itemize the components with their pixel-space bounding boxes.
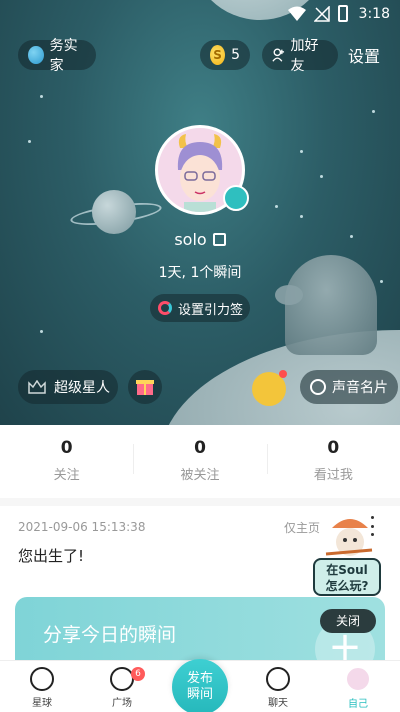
nav-item-me[interactable]: 自己 <box>328 665 388 710</box>
add-friend-button[interactable]: 加好友 <box>262 38 338 74</box>
username: solo <box>174 230 207 249</box>
avatar-badge-icon[interactable] <box>223 185 249 211</box>
help-bubble[interactable]: 在Soul 怎么玩? <box>313 558 381 596</box>
help-mascot-icon[interactable] <box>322 510 377 565</box>
settings-button[interactable]: 设置 <box>348 43 380 67</box>
publish-label-line1: 发布 <box>186 671 213 686</box>
add-friend-icon <box>272 48 285 62</box>
visitors-count[interactable]: 0 看过我 <box>266 432 400 492</box>
star-decoration <box>28 140 31 143</box>
nav-label: 聊天 <box>268 698 288 709</box>
nav-label: 星球 <box>32 698 52 709</box>
coin-balance-button[interactable]: S 5 <box>200 40 250 70</box>
star-decoration <box>300 215 303 218</box>
notification-dot <box>279 370 287 378</box>
globe-icon <box>28 46 44 64</box>
follow-counts: 0 关注 0 被关注 0 看过我 <box>0 432 400 492</box>
section-divider <box>0 498 400 506</box>
count-value: 0 <box>327 438 340 458</box>
no-signal-icon <box>314 6 330 22</box>
count-label: 被关注 <box>180 468 220 483</box>
profile-hero: 3:18 务实家 S 5 加好友 设置 solo 1天, 1个瞬间 设置引力签 … <box>0 0 400 425</box>
square-badge: 6 <box>131 667 145 681</box>
followers-count[interactable]: 0 被关注 <box>133 432 266 492</box>
username-row[interactable]: solo <box>0 230 400 249</box>
help-bubble-line2: 怎么玩? <box>325 579 369 593</box>
planet-icon <box>30 667 54 691</box>
count-value: 0 <box>194 438 206 458</box>
gravity-icon <box>158 301 172 315</box>
ghost-hand-decoration <box>275 285 303 305</box>
post-visibility: 仅主页 <box>284 521 321 535</box>
nav-label: 广场 <box>112 698 132 709</box>
wifi-icon <box>288 6 306 21</box>
nav-item-planet[interactable]: 星球 <box>12 665 72 709</box>
edit-icon[interactable] <box>212 233 226 246</box>
me-avatar <box>345 666 371 692</box>
count-value: 0 <box>60 438 73 458</box>
count-label: 看过我 <box>313 468 353 483</box>
post-timestamp: 2021-09-06 15:13:38 <box>18 520 146 534</box>
gravity-tag-button[interactable]: 设置引力签 <box>150 294 250 322</box>
star-decoration <box>275 205 278 208</box>
star-decoration <box>320 175 323 178</box>
profile-stats-line: 1天, 1个瞬间 <box>158 265 242 281</box>
status-bar: 3:18 <box>0 0 400 28</box>
publish-label-line2: 瞬间 <box>186 687 213 702</box>
share-card-title: 分享今日的瞬间 <box>43 624 177 646</box>
star-decoration <box>40 330 43 333</box>
gift-icon <box>136 380 154 395</box>
star-decoration <box>300 150 303 153</box>
nav-item-chat[interactable]: 聊天 <box>248 665 308 709</box>
post-text: 您出生了! <box>18 547 85 565</box>
publish-moment-button[interactable]: 发布 瞬间 <box>172 659 228 712</box>
status-time: 3:18 <box>358 6 390 22</box>
help-bubble-line1: 在Soul <box>326 563 368 577</box>
star-decoration <box>40 95 43 98</box>
gravity-label: 设置引力签 <box>178 302 244 318</box>
following-count[interactable]: 0 关注 <box>0 432 133 492</box>
saturn-decoration <box>92 190 136 234</box>
crown-icon <box>28 380 46 394</box>
coin-count: 5 <box>231 47 240 63</box>
chat-icon <box>266 667 290 691</box>
count-label: 关注 <box>53 468 80 483</box>
add-friend-label: 加好友 <box>290 38 319 74</box>
coin-icon: S <box>210 45 226 65</box>
close-button[interactable]: 关闭 <box>320 609 376 633</box>
voice-card-button[interactable]: 声音名片 <box>300 370 398 404</box>
voice-card-label: 声音名片 <box>332 380 388 396</box>
super-star-button[interactable]: 超级星人 <box>18 370 118 404</box>
star-decoration <box>372 110 375 113</box>
battery-icon <box>338 5 348 22</box>
home-planet-label: 务实家 <box>49 38 78 74</box>
gift-button[interactable] <box>128 370 162 404</box>
square-icon <box>110 667 134 691</box>
nav-label: 自己 <box>348 699 368 710</box>
home-planet-button[interactable]: 务实家 <box>18 38 96 74</box>
super-star-label: 超级星人 <box>54 380 110 396</box>
microphone-icon <box>310 379 326 395</box>
